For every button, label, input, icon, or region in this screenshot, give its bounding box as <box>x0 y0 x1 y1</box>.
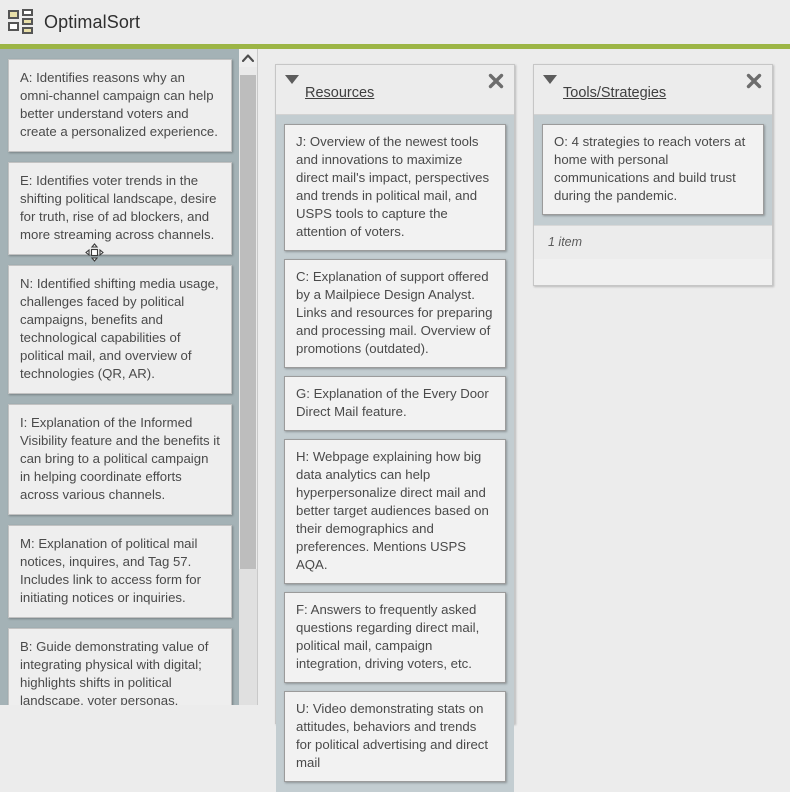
close-x-icon[interactable] <box>486 71 506 91</box>
column-card-area[interactable]: J: Overview of the newest tools and inno… <box>276 115 514 792</box>
chevron-up-icon[interactable] <box>239 49 257 67</box>
unsorted-scrollbar[interactable] <box>239 49 257 705</box>
category-column-tools-strategies: Tools/Strategies O: 4 strategies to reac… <box>533 64 773 286</box>
sorted-card[interactable]: H: Webpage explaining how big data analy… <box>284 439 506 584</box>
sorted-card[interactable]: C: Explanation of support offered by a M… <box>284 259 506 368</box>
sorted-card[interactable]: F: Answers to frequently asked questions… <box>284 592 506 683</box>
column-title[interactable]: Resources <box>305 85 374 101</box>
close-x-icon[interactable] <box>744 71 764 91</box>
category-column-resources: Resources J: Overview of the newest tool… <box>275 64 515 792</box>
scrollbar-thumb[interactable] <box>240 75 256 569</box>
optimalsort-blocks-icon <box>8 9 34 35</box>
unsorted-card[interactable]: I: Explanation of the Informed Visibilit… <box>8 404 232 515</box>
column-title[interactable]: Tools/Strategies <box>563 85 666 101</box>
app-title: OptimalSort <box>44 11 141 32</box>
column-item-count: 1 item <box>534 225 772 259</box>
unsorted-card[interactable]: E: Identifies voter trends in the shifti… <box>8 162 232 255</box>
unsorted-card[interactable]: M: Explanation of political mail notices… <box>8 525 232 618</box>
unsorted-card[interactable]: B: Guide demonstrating value of integrat… <box>8 628 232 705</box>
unsorted-card[interactable]: N: Identified shifting media usage, chal… <box>8 265 232 394</box>
sorted-card[interactable]: G: Explanation of the Every Door Direct … <box>284 376 506 431</box>
triangle-down-icon[interactable] <box>543 75 557 84</box>
column-header: Resources <box>276 65 514 115</box>
unsorted-cards-pane: A: Identifies reasons why an omni-channe… <box>0 49 258 705</box>
column-card-area[interactable]: O: 4 strategies to reach voters at home … <box>534 115 772 225</box>
sorted-card[interactable]: J: Overview of the newest tools and inno… <box>284 124 506 251</box>
app-header: OptimalSort <box>0 0 790 44</box>
sort-workspace: A: Identifies reasons why an omni-channe… <box>0 49 790 792</box>
unsorted-card[interactable]: A: Identifies reasons why an omni-channe… <box>8 59 232 152</box>
unsorted-card-list: A: Identifies reasons why an omni-channe… <box>0 49 240 705</box>
scrollbar-track[interactable] <box>239 569 257 705</box>
triangle-down-icon[interactable] <box>285 75 299 84</box>
sorted-card[interactable]: O: 4 strategies to reach voters at home … <box>542 124 764 215</box>
column-header: Tools/Strategies <box>534 65 772 115</box>
